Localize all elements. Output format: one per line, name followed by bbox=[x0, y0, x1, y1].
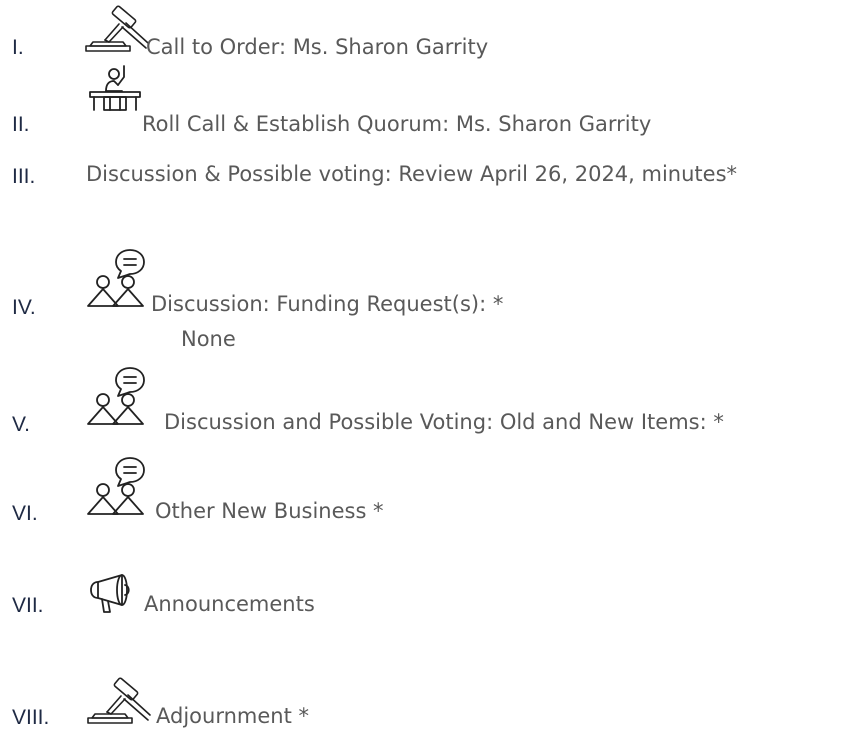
item-text: Announcements bbox=[144, 592, 315, 616]
item-numeral: VII. bbox=[12, 594, 44, 617]
item-text: Adjournment * bbox=[156, 704, 309, 728]
item-text: Roll Call & Establish Quorum: Ms. Sharon… bbox=[142, 112, 652, 136]
agenda-item-7: VII. Announcements bbox=[0, 568, 846, 628]
discussion-icon bbox=[86, 456, 152, 516]
item-text: Discussion & Possible voting: Review Apr… bbox=[86, 162, 738, 186]
agenda-item-5: V. Discussion and Possible Voting: Old a… bbox=[0, 366, 846, 436]
agenda-item-8: VIII. Adjournment * bbox=[0, 672, 846, 732]
agenda-item-2: II. Roll Call & Establish Quorum: Ms. Sh… bbox=[0, 63, 846, 136]
item-text: Other New Business * bbox=[155, 499, 384, 523]
item-numeral: I. bbox=[12, 36, 24, 59]
discussion-icon bbox=[86, 248, 152, 308]
discussion-icon bbox=[86, 366, 152, 426]
podium-speaker-icon bbox=[88, 65, 142, 111]
gavel-icon bbox=[85, 5, 149, 54]
agenda-item-4: IV. Discussion: Funding Request(s): * No… bbox=[0, 248, 846, 358]
item-text: Call to Order: Ms. Sharon Garrity bbox=[146, 35, 489, 59]
agenda-item-1: I. Call to Order: Ms. Sharon Garrity bbox=[0, 0, 846, 60]
agenda-item-6: VI. Other New Business * bbox=[0, 456, 846, 526]
item-subtext: None bbox=[181, 327, 236, 351]
megaphone-icon bbox=[90, 574, 140, 614]
item-text: Discussion: Funding Request(s): * bbox=[151, 292, 504, 316]
item-numeral: VIII. bbox=[12, 706, 50, 729]
item-numeral: III. bbox=[12, 165, 36, 188]
item-numeral: II. bbox=[12, 113, 30, 136]
agenda-item-3: III. Discussion & Possible voting: Revie… bbox=[0, 158, 846, 218]
item-numeral: IV. bbox=[12, 296, 36, 319]
item-numeral: VI. bbox=[12, 502, 38, 525]
item-text: Discussion and Possible Voting: Old and … bbox=[164, 410, 724, 434]
item-numeral: V. bbox=[12, 413, 30, 436]
gavel-icon bbox=[87, 677, 151, 726]
